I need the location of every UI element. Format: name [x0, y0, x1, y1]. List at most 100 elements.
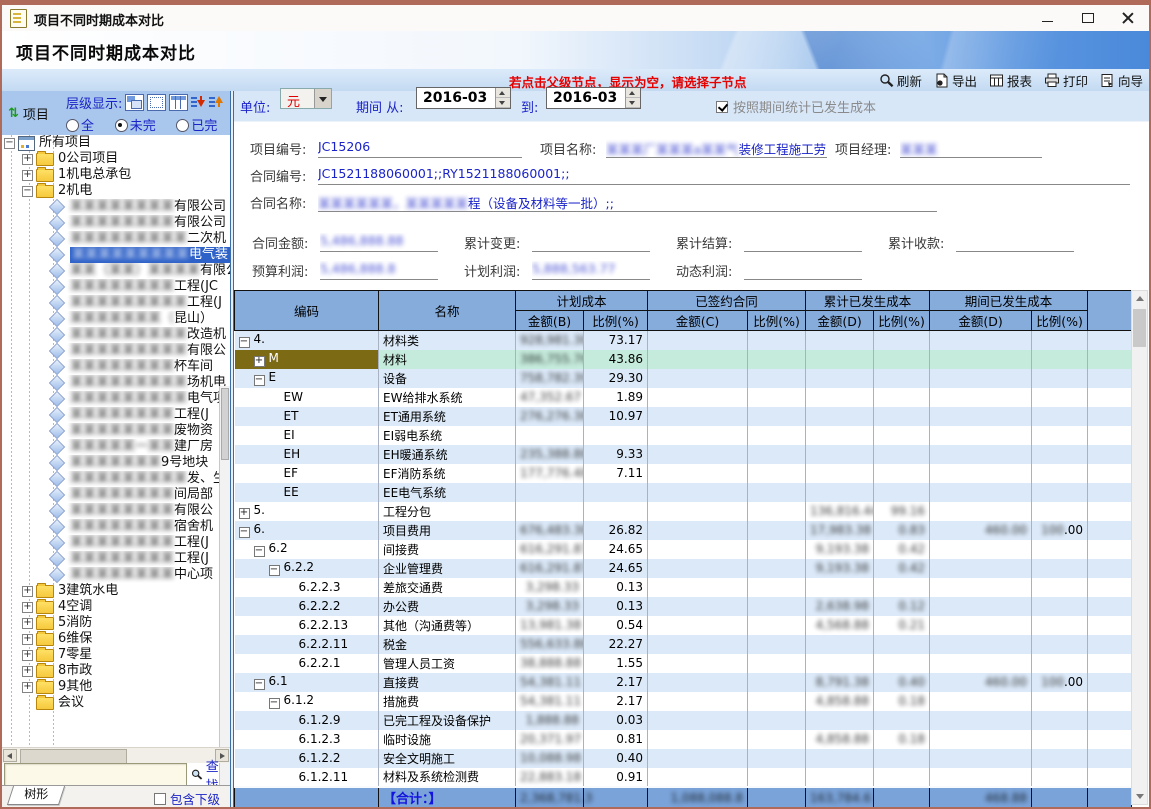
- sort-descending-icon[interactable]: [191, 95, 206, 110]
- value-cell[interactable]: 7.11: [584, 464, 648, 483]
- value-cell[interactable]: 10.97: [584, 407, 648, 426]
- expand-icon[interactable]: +: [22, 650, 33, 661]
- spin-up-icon[interactable]: [626, 88, 640, 98]
- value-cell[interactable]: 460.00: [930, 521, 1032, 540]
- code-cell[interactable]: 6.1.2.3: [235, 730, 379, 749]
- value-cell[interactable]: [648, 426, 748, 445]
- value-cell[interactable]: 3,298.33: [516, 597, 584, 616]
- value-cell[interactable]: [648, 711, 748, 730]
- value-cell[interactable]: [1032, 407, 1088, 426]
- project-name-field[interactable]: 某某某厂某某某a某某气装修工程施工劳: [606, 139, 827, 158]
- value-cell[interactable]: 0.83: [874, 521, 930, 540]
- value-cell[interactable]: 0.42: [874, 559, 930, 578]
- value-cell[interactable]: [874, 388, 930, 407]
- refresh-icon[interactable]: ⇅: [8, 106, 19, 121]
- value-cell[interactable]: 0.81: [584, 730, 648, 749]
- value-cell[interactable]: [1032, 730, 1088, 749]
- value-cell[interactable]: [748, 597, 806, 616]
- col-group-period[interactable]: 期间已发生成本: [930, 291, 1088, 311]
- code-cell[interactable]: −6.: [235, 521, 379, 540]
- expand-icon[interactable]: +: [254, 356, 265, 367]
- value-cell[interactable]: 43.86: [584, 350, 648, 369]
- value-cell[interactable]: 2.17: [584, 692, 648, 711]
- name-cell[interactable]: 安全文明施工: [379, 749, 516, 768]
- value-cell[interactable]: [930, 768, 1032, 787]
- value-cell[interactable]: 47,352.67: [516, 388, 584, 407]
- value-cell[interactable]: [1032, 350, 1088, 369]
- value-cell[interactable]: 460.00: [930, 673, 1032, 692]
- value-cell[interactable]: 38,888.88: [516, 654, 584, 673]
- value-cell[interactable]: [516, 502, 584, 521]
- value-cell[interactable]: 22,883.18: [516, 768, 584, 787]
- value-cell[interactable]: 100.00: [1032, 521, 1088, 540]
- tree-folder[interactable]: +7零星: [2, 647, 230, 663]
- value-cell[interactable]: [1032, 445, 1088, 464]
- value-cell[interactable]: [748, 369, 806, 388]
- value-cell[interactable]: [1032, 331, 1088, 350]
- value-cell[interactable]: 73.17: [584, 331, 648, 350]
- value-cell[interactable]: [874, 369, 930, 388]
- outline-view-icon[interactable]: [147, 94, 166, 111]
- value-cell[interactable]: [648, 521, 748, 540]
- collapse-icon[interactable]: −: [269, 565, 280, 576]
- tree-item[interactable]: 某某某某某某某某中心项: [2, 567, 230, 583]
- value-cell[interactable]: [648, 388, 748, 407]
- value-cell[interactable]: [806, 635, 874, 654]
- col-cum-amt[interactable]: 金额(D): [806, 311, 874, 331]
- col-signed-amt[interactable]: 金额(C): [648, 311, 748, 331]
- value-cell[interactable]: [874, 464, 930, 483]
- value-cell[interactable]: [748, 730, 806, 749]
- col-cum-pct[interactable]: 比例(%): [874, 311, 930, 331]
- table-row[interactable]: −4.材料类928,981.3873.17: [235, 331, 1132, 350]
- plan-profit-field[interactable]: 5,888,563.77: [532, 261, 650, 280]
- collapse-icon[interactable]: −: [239, 337, 250, 348]
- code-cell[interactable]: −4.: [235, 331, 379, 350]
- value-cell[interactable]: 9,193.38: [806, 559, 874, 578]
- scrollbar-thumb[interactable]: [221, 388, 229, 460]
- collapse-icon[interactable]: −: [269, 698, 280, 709]
- value-cell[interactable]: [1032, 369, 1088, 388]
- value-cell[interactable]: [806, 749, 874, 768]
- table-row[interactable]: 6.2.2.13其他（沟通费等）13,981.380.544,568.880.2…: [235, 616, 1132, 635]
- tree-item[interactable]: 某某某某某某某某有限公: [2, 503, 230, 519]
- period-to-value[interactable]: 2016-03: [547, 88, 625, 108]
- value-cell[interactable]: [748, 749, 806, 768]
- value-cell[interactable]: [1032, 597, 1088, 616]
- project-mgr-field[interactable]: 某某某: [900, 139, 1042, 158]
- value-cell[interactable]: 0.18: [874, 730, 930, 749]
- value-cell[interactable]: [930, 749, 1032, 768]
- value-cell[interactable]: [748, 502, 806, 521]
- sort-ascending-icon[interactable]: [209, 95, 224, 110]
- table-row[interactable]: 6.2.2.11税金556,633.8822.27: [235, 635, 1132, 654]
- value-cell[interactable]: [806, 578, 874, 597]
- tree-vertical-scrollbar[interactable]: [219, 386, 230, 807]
- table-row[interactable]: 6.1.2.2安全文明施工10,088.980.40: [235, 749, 1132, 768]
- value-cell[interactable]: 0.40: [584, 749, 648, 768]
- value-cell[interactable]: 54,381.11: [516, 692, 584, 711]
- value-cell[interactable]: [930, 350, 1032, 369]
- tab-tree-view[interactable]: 树形: [7, 786, 65, 805]
- value-cell[interactable]: 100.00: [1032, 673, 1088, 692]
- value-cell[interactable]: 26.82: [584, 521, 648, 540]
- value-cell[interactable]: 0.42: [874, 540, 930, 559]
- 报表-button[interactable]: 报表: [989, 71, 1032, 90]
- tree-folder[interactable]: +9其他: [2, 679, 230, 695]
- budget-profit-field[interactable]: 5,486,888.8: [320, 261, 438, 280]
- dynamic-profit-field[interactable]: [744, 261, 862, 280]
- value-cell[interactable]: [1032, 654, 1088, 673]
- tree-item[interactable]: 某某某某某某某某工程(JC: [2, 279, 230, 295]
- value-cell[interactable]: [748, 464, 806, 483]
- cum-receipt-field[interactable]: [956, 233, 1074, 252]
- table-row[interactable]: 6.1.2.11材料及系统检测费22,883.180.91: [235, 768, 1132, 787]
- tree-item[interactable]: 某某某某某某某某有限公司: [2, 199, 230, 215]
- col-signed-pct[interactable]: 比例(%): [748, 311, 806, 331]
- tree-folder[interactable]: +4空调: [2, 599, 230, 615]
- value-cell[interactable]: [648, 502, 748, 521]
- tree-item[interactable]: 某某某某某某某某间局部: [2, 487, 230, 503]
- value-cell[interactable]: [516, 483, 584, 502]
- period-from-value[interactable]: 2016-03: [417, 88, 495, 108]
- period-to-spinner[interactable]: [625, 88, 640, 108]
- search-input[interactable]: [4, 763, 187, 786]
- code-cell[interactable]: −E: [235, 369, 379, 388]
- value-cell[interactable]: [806, 407, 874, 426]
